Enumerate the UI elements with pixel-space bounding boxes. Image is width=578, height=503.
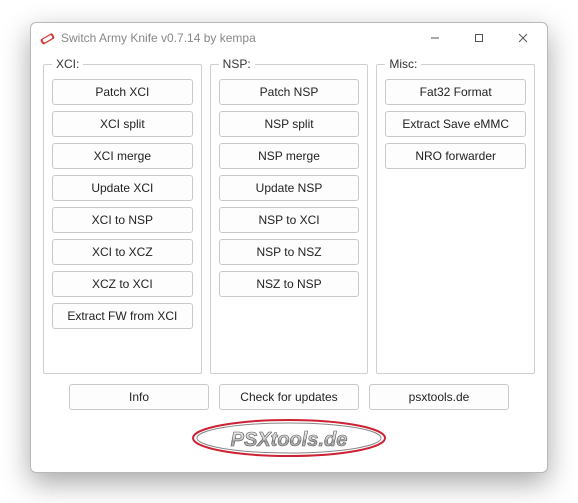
fat32-format-button[interactable]: Fat32 Format: [385, 79, 526, 105]
nro-forwarder-button[interactable]: NRO forwarder: [385, 143, 526, 169]
group-misc-legend: Misc:: [385, 57, 421, 71]
xci-merge-button[interactable]: XCI merge: [52, 143, 193, 169]
info-button[interactable]: Info: [69, 384, 209, 410]
nsp-to-nsz-button[interactable]: NSP to NSZ: [219, 239, 360, 265]
nsp-to-xci-button[interactable]: NSP to XCI: [219, 207, 360, 233]
group-xci: XCI: Patch XCI XCI split XCI merge Updat…: [43, 57, 202, 374]
svg-text:PSXtools.de: PSXtools.de: [231, 429, 348, 451]
minimize-button[interactable]: [413, 23, 457, 53]
xci-to-xcz-button[interactable]: XCI to XCZ: [52, 239, 193, 265]
extract-save-emmc-button[interactable]: Extract Save eMMC: [385, 111, 526, 137]
xci-buttons: Patch XCI XCI split XCI merge Update XCI…: [52, 79, 193, 329]
extract-fw-from-xci-button[interactable]: Extract FW from XCI: [52, 303, 193, 329]
groups-row: XCI: Patch XCI XCI split XCI merge Updat…: [43, 57, 535, 374]
titlebar: Switch Army Knife v0.7.14 by kempa: [31, 23, 547, 53]
patch-xci-button[interactable]: Patch XCI: [52, 79, 193, 105]
group-misc: Misc: Fat32 Format Extract Save eMMC NRO…: [376, 57, 535, 374]
group-nsp: NSP: Patch NSP NSP split NSP merge Updat…: [210, 57, 369, 374]
window-controls: [413, 23, 545, 53]
psxtools-logo: PSXtools.de: [189, 416, 389, 460]
nsp-merge-button[interactable]: NSP merge: [219, 143, 360, 169]
psxtools-site-button[interactable]: psxtools.de: [369, 384, 509, 410]
patch-nsp-button[interactable]: Patch NSP: [219, 79, 360, 105]
group-xci-legend: XCI:: [52, 57, 83, 71]
content-area: XCI: Patch XCI XCI split XCI merge Updat…: [31, 53, 547, 472]
update-nsp-button[interactable]: Update NSP: [219, 175, 360, 201]
bottom-buttons: Info Check for updates psxtools.de: [43, 384, 535, 410]
update-xci-button[interactable]: Update XCI: [52, 175, 193, 201]
nsp-buttons: Patch NSP NSP split NSP merge Update NSP…: [219, 79, 360, 297]
xci-to-nsp-button[interactable]: XCI to NSP: [52, 207, 193, 233]
check-updates-button[interactable]: Check for updates: [219, 384, 359, 410]
misc-buttons: Fat32 Format Extract Save eMMC NRO forwa…: [385, 79, 526, 169]
app-icon: [39, 30, 55, 46]
xcz-to-xci-button[interactable]: XCZ to XCI: [52, 271, 193, 297]
xci-split-button[interactable]: XCI split: [52, 111, 193, 137]
group-nsp-legend: NSP:: [219, 57, 255, 71]
window-title: Switch Army Knife v0.7.14 by kempa: [61, 31, 413, 45]
nsz-to-nsp-button[interactable]: NSZ to NSP: [219, 271, 360, 297]
maximize-button[interactable]: [457, 23, 501, 53]
logo-row: PSXtools.de: [43, 416, 535, 460]
app-window: Switch Army Knife v0.7.14 by kempa XCI: …: [30, 22, 548, 473]
nsp-split-button[interactable]: NSP split: [219, 111, 360, 137]
close-button[interactable]: [501, 23, 545, 53]
